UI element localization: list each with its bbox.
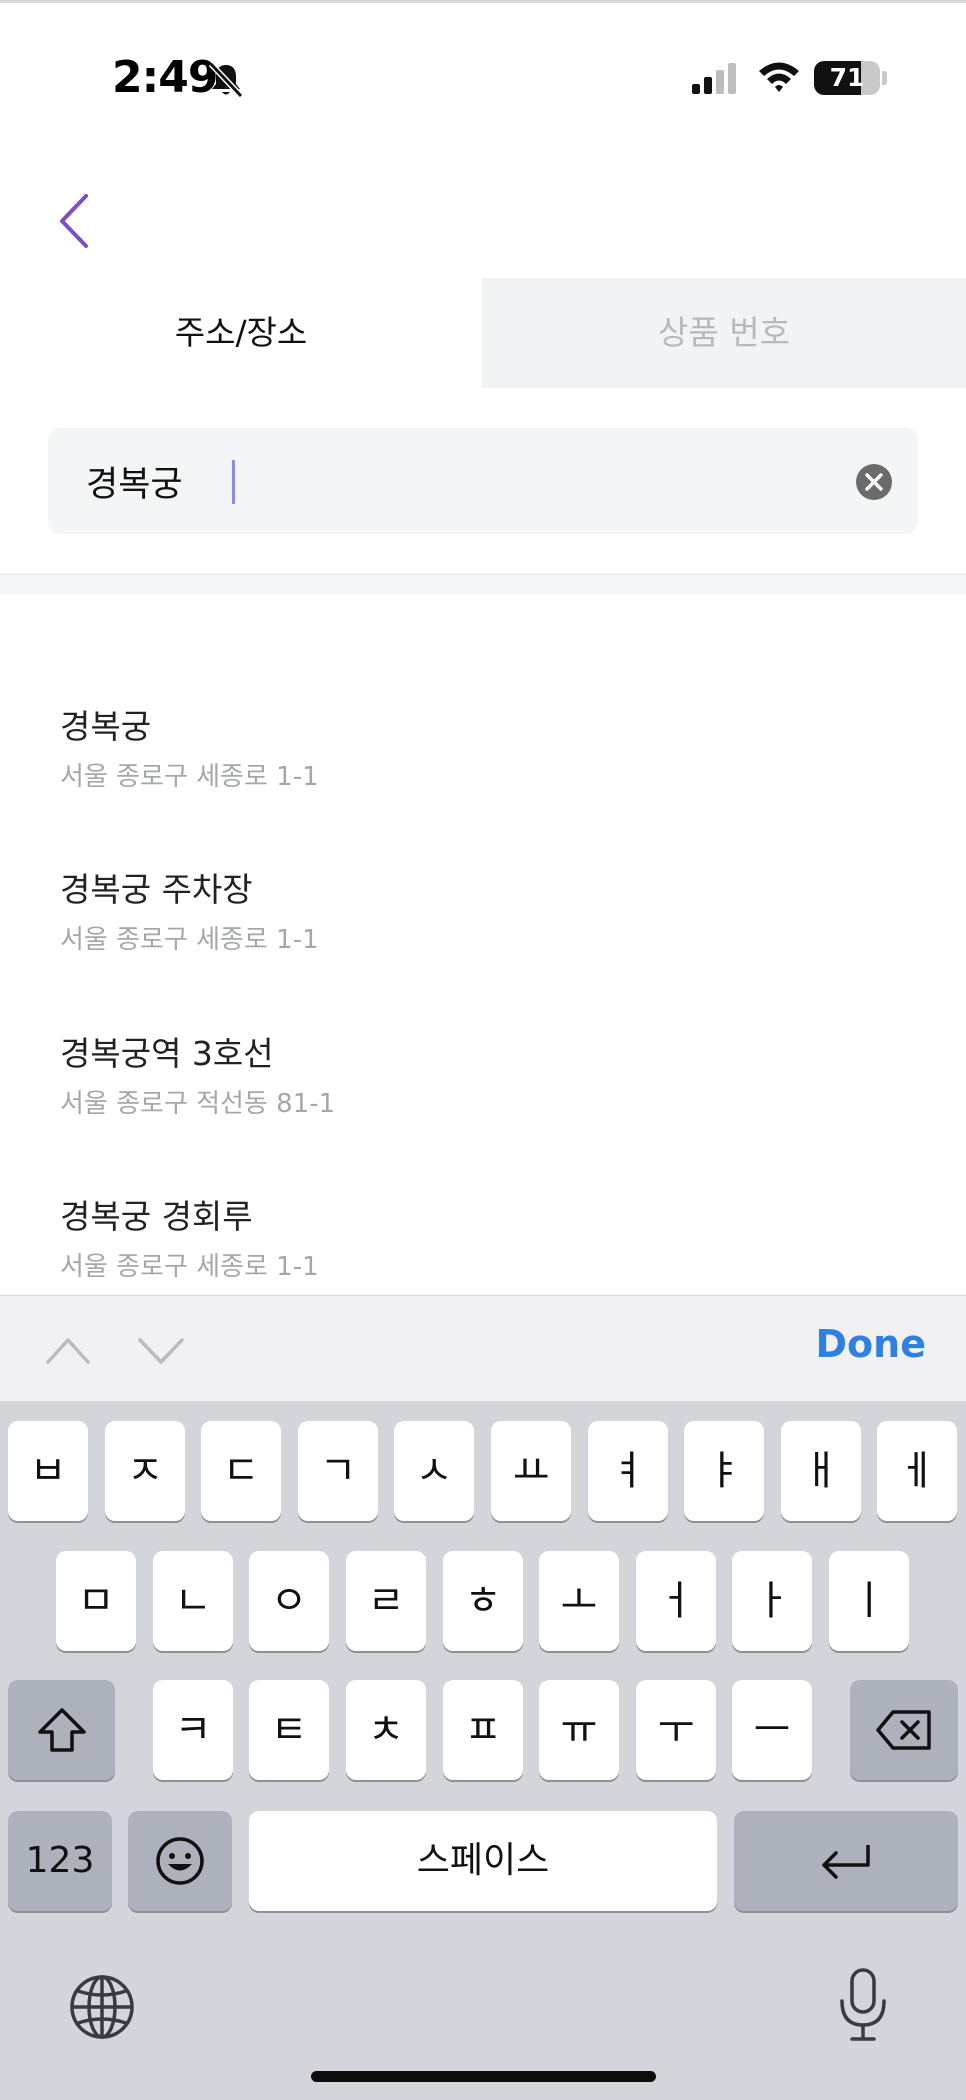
done-button[interactable]: Done: [816, 1322, 926, 1366]
key[interactable]: ㅎ: [443, 1551, 523, 1651]
home-indicator: [311, 2071, 656, 2082]
result-item[interactable]: 경복궁 경회루 서울 종로구 세종로 1-1: [0, 1190, 966, 1295]
search-box: [48, 428, 918, 534]
return-icon: [822, 1845, 870, 1879]
back-button[interactable]: [46, 188, 106, 254]
previous-field-button[interactable]: [44, 1330, 92, 1370]
key[interactable]: ㅍ: [443, 1680, 523, 1780]
korean-keyboard: ㅂ ㅈ ㄷ ㄱ ㅅ ㅛ ㅕ ㅑ ㅐ ㅔ ㅁ ㄴ ㅇ ㄹ ㅎ ㅗ ㅓ ㅏ ㅣ ㅋ …: [0, 1401, 966, 2100]
shift-key[interactable]: [8, 1680, 115, 1780]
key[interactable]: ㅊ: [346, 1680, 426, 1780]
clear-circle-icon: [865, 473, 883, 491]
cellular-signal-icon: [692, 63, 736, 94]
key[interactable]: ㅑ: [684, 1421, 764, 1521]
key[interactable]: ㅗ: [539, 1551, 619, 1651]
result-address: 서울 종로구 세종로 1-1: [60, 1252, 319, 1282]
key[interactable]: ㅕ: [588, 1421, 668, 1521]
wifi-icon: [759, 62, 799, 92]
space-key[interactable]: 스페이스: [249, 1811, 717, 1911]
key[interactable]: ㅣ: [829, 1551, 909, 1651]
result-title: 경복궁 경회루: [60, 1197, 253, 1236]
delete-key[interactable]: [850, 1680, 958, 1780]
keyboard-toolbar: Done: [0, 1295, 966, 1401]
key[interactable]: ㅐ: [781, 1421, 861, 1521]
battery-tip: [882, 71, 887, 85]
result-title: 경복궁역 3호선: [60, 1034, 274, 1073]
result-item[interactable]: 경복궁 서울 종로구 세종로 1-1: [0, 700, 966, 860]
numbers-key[interactable]: 123: [8, 1811, 112, 1911]
key[interactable]: ㄷ: [201, 1421, 281, 1521]
bell-slash-icon: [208, 61, 244, 99]
globe-icon[interactable]: [68, 1973, 136, 2041]
result-title: 경복궁 주차장: [60, 870, 253, 909]
delete-backspace-icon: [876, 1710, 931, 1750]
text-caret: [232, 460, 235, 504]
return-key[interactable]: [734, 1811, 958, 1911]
key[interactable]: ㅓ: [636, 1551, 716, 1651]
status-time: 2:49: [112, 52, 218, 103]
key[interactable]: ㅠ: [539, 1680, 619, 1780]
result-address: 서울 종로구 세종로 1-1: [60, 925, 319, 955]
section-divider-band: [0, 575, 966, 595]
battery-percent: 71: [829, 63, 865, 92]
emoji-icon: [156, 1837, 204, 1885]
next-field-button[interactable]: [136, 1330, 186, 1370]
key[interactable]: ㅔ: [877, 1421, 957, 1521]
key[interactable]: ㅜ: [636, 1680, 716, 1780]
chevron-down-icon: [138, 1338, 184, 1364]
microphone-icon[interactable]: [836, 1967, 890, 2043]
result-item[interactable]: 경복궁 주차장 서울 종로구 세종로 1-1: [0, 863, 966, 1023]
result-address: 서울 종로구 적선동 81-1: [60, 1089, 336, 1119]
key[interactable]: ㅁ: [56, 1551, 136, 1651]
top-edge-line: [0, 0, 966, 3]
key[interactable]: ㅏ: [732, 1551, 812, 1651]
chevron-left-icon: [60, 194, 88, 248]
result-title: 경복궁: [60, 707, 152, 746]
key[interactable]: ㅈ: [105, 1421, 185, 1521]
battery-indicator: 71: [814, 61, 880, 95]
key[interactable]: ㅋ: [153, 1680, 233, 1780]
key[interactable]: ㄴ: [153, 1551, 233, 1651]
shift-icon: [37, 1708, 86, 1752]
key[interactable]: ㅛ: [491, 1421, 571, 1521]
key[interactable]: ㅂ: [8, 1421, 88, 1521]
clear-search-button[interactable]: [856, 464, 892, 500]
key[interactable]: ㄹ: [346, 1551, 426, 1651]
chevron-up-icon: [46, 1338, 90, 1364]
key[interactable]: ㄱ: [298, 1421, 378, 1521]
key[interactable]: ㅅ: [394, 1421, 474, 1521]
key[interactable]: ㅇ: [249, 1551, 329, 1651]
tab-address-place[interactable]: 주소/장소: [0, 278, 482, 388]
search-input[interactable]: [86, 428, 846, 534]
result-item[interactable]: 경복궁역 3호선 서울 종로구 적선동 81-1: [0, 1027, 966, 1187]
key[interactable]: ㅡ: [732, 1680, 812, 1780]
key[interactable]: ㅌ: [249, 1680, 329, 1780]
result-address: 서울 종로구 세종로 1-1: [60, 762, 319, 792]
emoji-key[interactable]: [128, 1811, 232, 1911]
tab-product-number[interactable]: 상품 번호: [482, 278, 966, 388]
